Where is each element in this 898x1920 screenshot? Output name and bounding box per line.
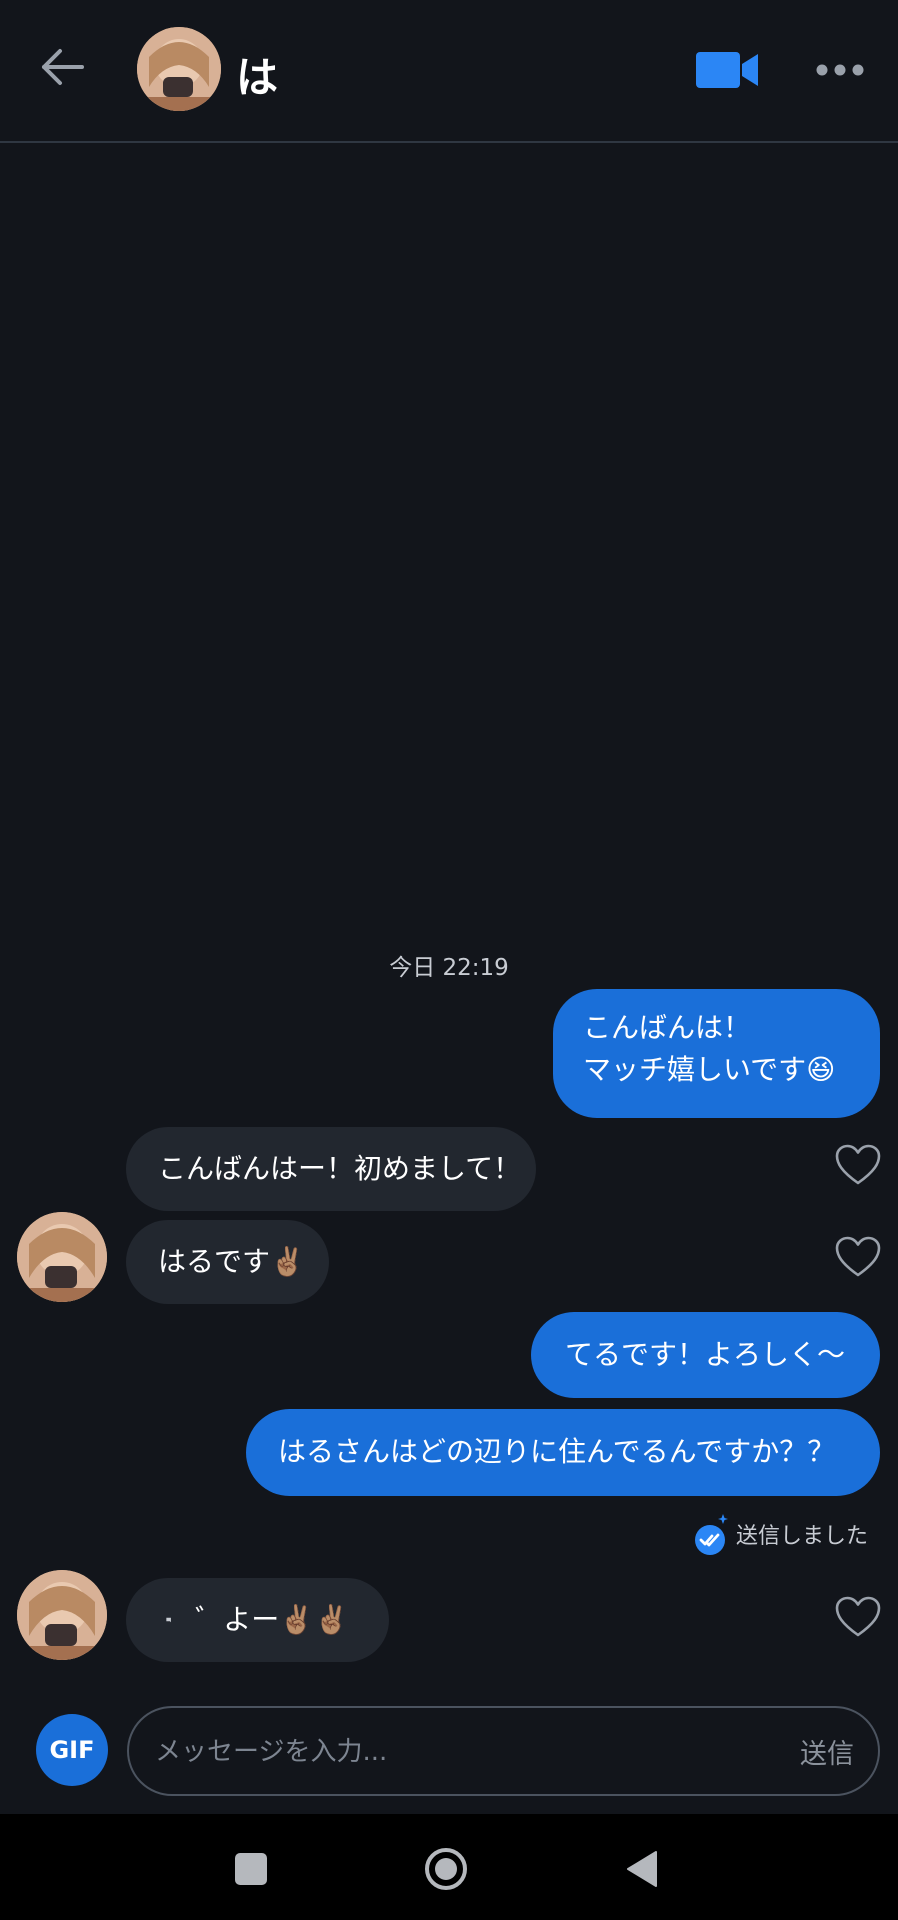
recent-apps-icon[interactable]	[235, 1853, 267, 1885]
back-button[interactable]	[36, 40, 90, 94]
more-options-button[interactable]	[815, 60, 865, 80]
message-text: てるです！よろしく〜	[565, 1338, 846, 1371]
incoming-message[interactable]: こんばんはー！初めまして！	[126, 1127, 536, 1211]
contact-name[interactable]: は	[236, 44, 278, 105]
message-text: はるです✌🏽	[158, 1245, 305, 1278]
message-text: こんばんは！	[583, 1011, 752, 1044]
like-button[interactable]	[835, 1596, 881, 1638]
contact-avatar[interactable]	[137, 27, 221, 111]
heart-icon	[835, 1144, 881, 1185]
more-dots-icon	[816, 64, 864, 76]
incoming-message[interactable]: はるです✌🏽	[126, 1220, 329, 1304]
home-icon[interactable]	[424, 1847, 468, 1891]
double-check-icon	[690, 1512, 728, 1556]
message-text: こんばんはー！初めまして！	[158, 1152, 522, 1185]
like-button[interactable]	[835, 1236, 881, 1278]
heart-icon	[835, 1236, 881, 1277]
gif-button[interactable]: GIF	[36, 1714, 108, 1786]
incoming-message[interactable]: ゛よー✌🏽✌🏽	[126, 1578, 389, 1662]
heart-icon	[835, 1596, 881, 1637]
contact-avatar-small[interactable]	[17, 1570, 107, 1660]
arrow-left-icon	[42, 49, 84, 85]
outgoing-message[interactable]: てるです！よろしく〜	[531, 1312, 880, 1398]
sent-status-text: 送信しました	[736, 1524, 869, 1549]
message-text: マッチ嬉しいです😆	[583, 1053, 836, 1086]
chat-screen: は 今日 22:19 こんばんは！ マッチ嬉しいです😆 こんばんはー！初めまして…	[0, 0, 898, 1920]
message-input-box: 送信	[127, 1706, 880, 1796]
like-button[interactable]	[835, 1144, 881, 1186]
outgoing-message[interactable]: こんばんは！ マッチ嬉しいです😆	[553, 989, 880, 1118]
chat-header: は	[0, 0, 898, 143]
system-nav-bar	[0, 1814, 898, 1920]
message-text: はるさんはどの辺りに住んでるんですか？？	[278, 1435, 836, 1468]
video-call-button[interactable]	[696, 50, 758, 90]
message-text: ゛よー✌🏽✌🏽	[195, 1603, 349, 1636]
date-separator: 今日 22:19	[389, 955, 509, 981]
back-triangle-icon[interactable]	[626, 1850, 658, 1888]
message-input[interactable]	[155, 1732, 755, 1772]
video-camera-icon	[696, 52, 758, 88]
send-button[interactable]: 送信	[800, 1732, 854, 1771]
contact-avatar-small[interactable]	[17, 1212, 107, 1302]
note-icon	[166, 1617, 171, 1623]
outgoing-message[interactable]: はるさんはどの辺りに住んでるんですか？？	[246, 1409, 880, 1496]
sent-status: 送信しました	[690, 1512, 868, 1556]
